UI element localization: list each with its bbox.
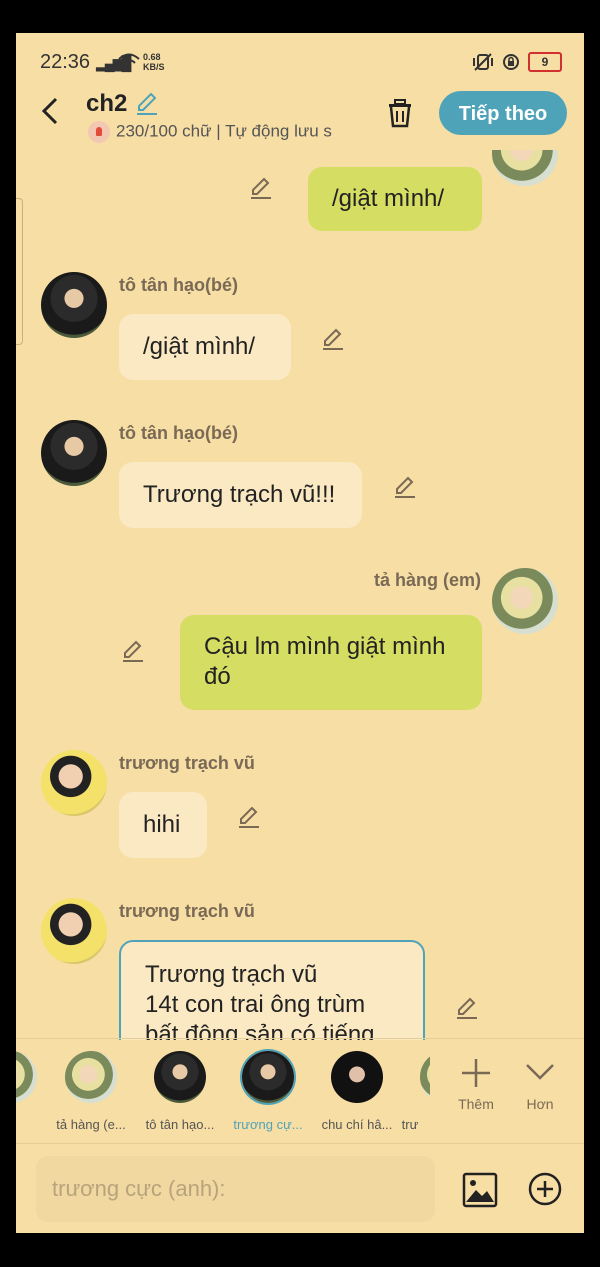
plus-icon xyxy=(462,1059,490,1087)
chapter-title: ch2 xyxy=(86,90,128,117)
sender-name: tô tân hạo(bé) xyxy=(119,423,238,443)
word-count-text: 230/100 chữ | Tự động lưu s xyxy=(116,121,332,141)
character-item[interactable]: tô tân hạo... xyxy=(137,1051,223,1132)
input-bar xyxy=(16,1143,584,1233)
message-bubble-selected[interactable]: Trương trạch vũ 14t con trai ông trùm bấ… xyxy=(119,940,425,1040)
character-name: tả hàng (e... xyxy=(56,1117,126,1132)
status-bar: 22:36 ▂▄▆█ 0.68 KB/S 9 xyxy=(16,33,584,93)
avatar[interactable] xyxy=(492,150,558,186)
alarm-icon xyxy=(503,54,519,70)
add-character-button[interactable]: Thêm xyxy=(446,1053,506,1112)
character-avatar xyxy=(331,1051,383,1103)
status-right: 9 xyxy=(472,52,562,72)
word-count-status: 230/100 chữ | Tự động lưu s xyxy=(88,121,378,143)
message-line: bất động sản có tiếng xyxy=(145,1021,375,1040)
message-bubble[interactable]: Cậu lm mình giật mình đó xyxy=(180,615,482,710)
avatar[interactable] xyxy=(41,898,107,964)
sender-name: trương trạch vũ xyxy=(119,753,255,773)
trash-icon[interactable] xyxy=(385,97,415,129)
back-button[interactable] xyxy=(40,96,60,134)
message-bubble[interactable]: /giật mình/ xyxy=(119,314,291,380)
edit-message-icon[interactable] xyxy=(320,326,346,352)
message-bubble[interactable]: /giật mình/ xyxy=(308,167,482,231)
character-selector[interactable]: tả hàng (e... tô tân hạo... trương cự...… xyxy=(16,1039,584,1143)
character-avatar xyxy=(65,1051,117,1103)
wifi-icon xyxy=(118,53,140,69)
message-line: Trương trạch vũ xyxy=(145,961,318,988)
more-label: Hơn xyxy=(526,1096,554,1112)
speed-value: 0.68 xyxy=(143,52,161,62)
chat-area[interactable]: /giật mình/ tô tân hạo(bé) /giật mình/ t… xyxy=(16,150,584,1040)
edit-title-icon[interactable] xyxy=(134,90,160,116)
bell-icon xyxy=(88,121,110,143)
character-item[interactable]: tả hàng (e... xyxy=(48,1051,134,1132)
character-name: trương cự... xyxy=(233,1117,303,1132)
character-item[interactable]: chu chí hâ... xyxy=(314,1051,400,1132)
edit-message-icon[interactable] xyxy=(120,638,146,664)
avatar[interactable] xyxy=(41,750,107,816)
editor-header: ch2 230/100 chữ | Tự động lưu s Tiếp the… xyxy=(16,88,584,150)
message-line: Cậu lm mình giật mình xyxy=(204,633,446,660)
message-line: đó xyxy=(204,663,231,690)
edit-message-icon[interactable] xyxy=(248,175,274,201)
add-label: Thêm xyxy=(458,1096,494,1112)
avatar[interactable] xyxy=(41,272,107,338)
avatar[interactable] xyxy=(492,568,558,634)
vibrate-icon xyxy=(473,53,493,71)
message-line: 14t con trai ông trùm xyxy=(145,991,366,1018)
message-bubble[interactable]: hihi xyxy=(119,792,207,858)
character-item-active[interactable]: trương cự... xyxy=(225,1051,311,1132)
sender-name: tô tân hạo(bé) xyxy=(119,275,238,295)
battery-indicator: 9 xyxy=(528,52,562,72)
edit-message-icon[interactable] xyxy=(454,995,480,1021)
character-name: chu chí hâ... xyxy=(321,1117,393,1132)
sender-name: tả hàng (em) xyxy=(373,570,481,590)
image-icon[interactable] xyxy=(462,1172,498,1208)
message-bubble[interactable]: Trương trạch vũ!!! xyxy=(119,462,362,528)
character-name: tô tân hạo... xyxy=(145,1117,215,1132)
character-avatar xyxy=(420,1051,430,1103)
sender-name: trương trạch vũ xyxy=(119,901,255,921)
character-name: trư xyxy=(401,1117,419,1132)
chevron-down-icon xyxy=(526,1064,554,1080)
network-speed: 0.68 KB/S xyxy=(143,52,165,72)
character-item[interactable]: trư xyxy=(390,1051,430,1132)
add-circle-icon[interactable] xyxy=(528,1172,562,1206)
avatar[interactable] xyxy=(41,420,107,486)
message-input[interactable] xyxy=(36,1156,435,1222)
status-time: 22:36 xyxy=(40,51,91,73)
more-button[interactable]: Hơn xyxy=(510,1053,570,1112)
app-screen: 22:36 ▂▄▆█ 0.68 KB/S 9 ch2 230/100 chữ |… xyxy=(16,33,584,1233)
speed-unit: KB/S xyxy=(143,62,165,72)
next-button[interactable]: Tiếp theo xyxy=(439,91,567,135)
edit-message-icon[interactable] xyxy=(392,474,418,500)
character-avatar xyxy=(16,1051,37,1103)
character-avatar xyxy=(242,1051,294,1103)
chevron-left-icon xyxy=(41,97,58,125)
edit-message-icon[interactable] xyxy=(236,804,262,830)
character-avatar xyxy=(154,1051,206,1103)
